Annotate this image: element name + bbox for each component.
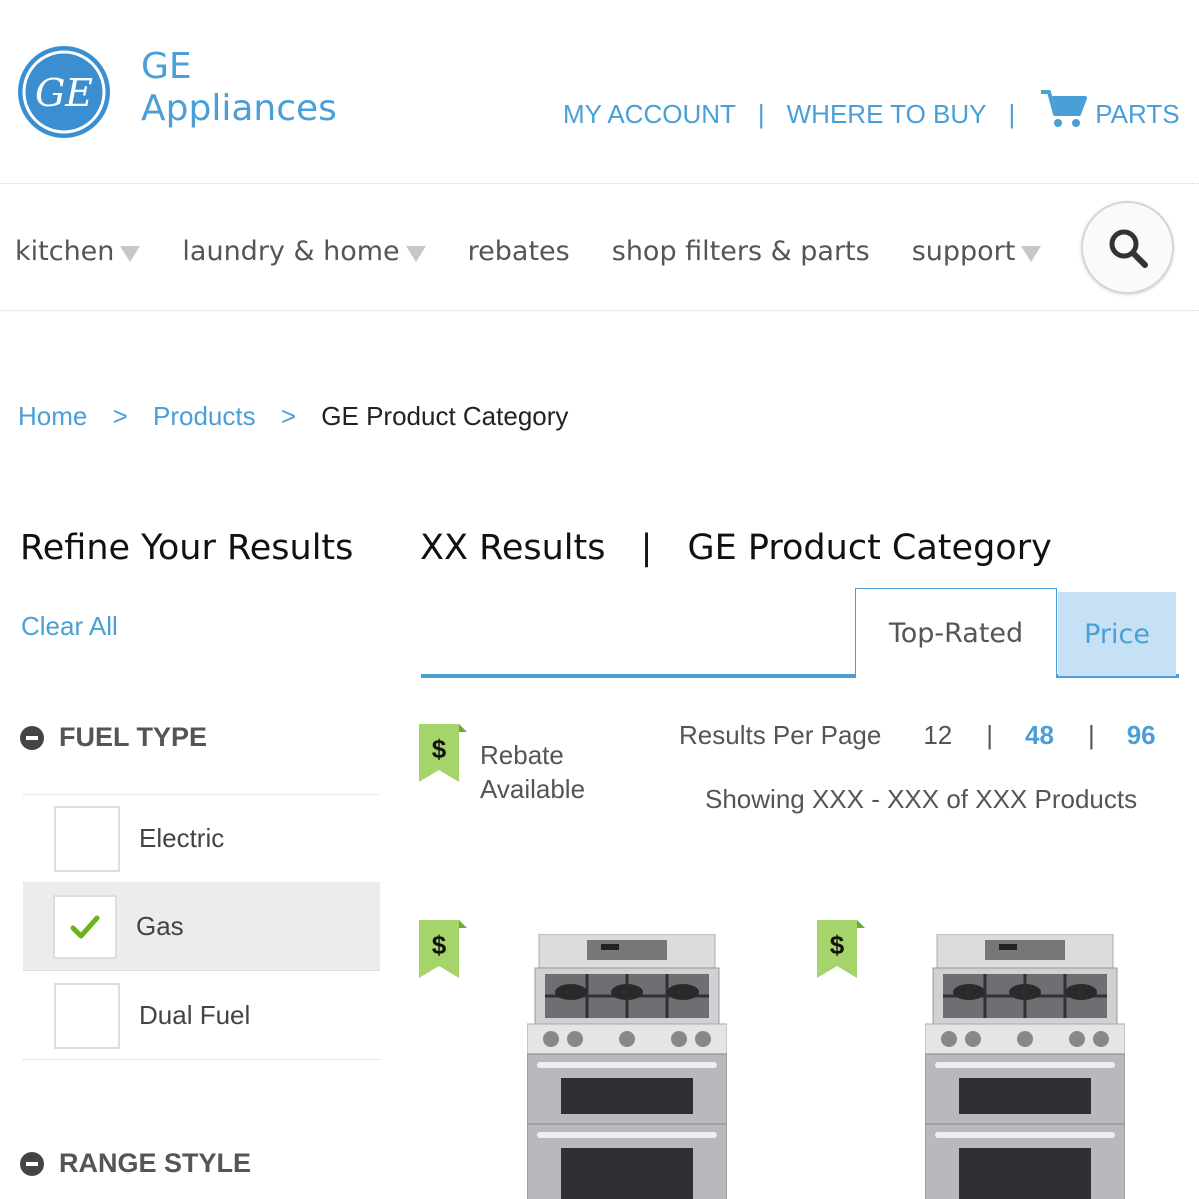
facet-option-label: Dual Fuel [139, 1000, 251, 1030]
results-category: GE Product Category [687, 528, 1052, 568]
nav-item-shop-filters-parts[interactable]: shop filters & parts [612, 236, 870, 267]
tab-price[interactable]: Price [1058, 592, 1176, 676]
rebate-tag-icon [817, 920, 865, 978]
main-nav: kitchen laundry & home rebates shop filt… [15, 236, 1083, 267]
showing-count: Showing XXX - XXX of XXX Products [705, 784, 1138, 814]
rebate-legend-line2: Available [480, 774, 586, 804]
facet-option-label: Gas [136, 911, 184, 941]
facet-option-gas[interactable]: Gas [23, 883, 380, 971]
brand-line-1: GE [141, 46, 192, 87]
collapse-icon [20, 1151, 44, 1176]
nav-item-rebates[interactable]: rebates [468, 236, 570, 267]
breadcrumb-separator: > [280, 401, 297, 431]
nav-item-label: support [911, 236, 1016, 267]
rebate-legend: Rebate Available [480, 738, 585, 806]
title-divider: | [640, 528, 653, 568]
nav-item-label: kitchen [15, 236, 115, 267]
rebate-tag-icon [419, 724, 467, 782]
results-per-page: Results Per Page 12 | 48 | 96 [679, 720, 1156, 751]
nav-item-kitchen[interactable]: kitchen [15, 236, 141, 267]
nav-item-label: laundry & home [182, 236, 400, 267]
search-icon [1109, 229, 1148, 268]
chevron-down-icon [1021, 245, 1042, 262]
nav-divider [0, 310, 1199, 311]
checkmark-icon [70, 915, 100, 938]
parts-label: PARTS [1095, 98, 1180, 129]
nav-item-label: rebates [467, 236, 570, 267]
ge-logo[interactable]: GE [18, 46, 110, 138]
header-divider [0, 183, 1199, 184]
chevron-down-icon [120, 245, 141, 262]
my-account-link[interactable]: MY ACCOUNT [563, 99, 736, 130]
per-page-option-96[interactable]: 96 [1127, 720, 1156, 751]
checkbox[interactable] [54, 805, 120, 872]
svg-text:GE: GE [35, 71, 93, 115]
breadcrumb: Home > Products > GE Product Category [18, 401, 568, 432]
ge-monogram-icon: GE [22, 50, 106, 134]
nav-item-laundry-home[interactable]: laundry & home [182, 236, 426, 267]
nav-item-support[interactable]: support [912, 236, 1042, 267]
per-page-label: Results Per Page [679, 720, 882, 750]
tab-top-rated[interactable]: Top-Rated [855, 588, 1057, 678]
collapse-icon [20, 725, 44, 750]
breadcrumb-home[interactable]: Home [18, 401, 87, 431]
separator: | [1008, 98, 1016, 129]
breadcrumb-current: GE Product Category [321, 401, 569, 431]
cart-icon [1041, 90, 1088, 127]
facet-title: FUEL TYPE [59, 722, 208, 752]
per-page-option-12: 12 [923, 720, 953, 750]
facet-header-range-style[interactable]: RANGE STYLE [20, 1148, 251, 1179]
checkbox[interactable] [53, 894, 117, 959]
product-image-gas-range[interactable] [527, 934, 727, 1199]
parts-link[interactable]: PARTS [1039, 90, 1180, 130]
facet-option-dual-fuel[interactable]: Dual Fuel [23, 972, 380, 1060]
chevron-down-icon [405, 245, 426, 262]
nav-item-label: shop filters & parts [611, 236, 870, 267]
facet-option-label: Electric [139, 823, 225, 853]
breadcrumb-products[interactable]: Products [153, 401, 256, 431]
brand-name[interactable]: GE Appliances [141, 46, 337, 130]
per-page-option-48[interactable]: 48 [1025, 720, 1054, 751]
utility-links: MY ACCOUNT | WHERE TO BUY | PARTS [563, 90, 1180, 130]
breadcrumb-separator: > [112, 401, 128, 431]
results-count: XX Results [420, 528, 606, 568]
separator: | [986, 720, 994, 750]
brand-line-2: Appliances [141, 88, 337, 129]
rebate-legend-line1: Rebate [480, 740, 564, 770]
clear-all-link[interactable]: Clear All [21, 611, 118, 642]
search-button[interactable] [1081, 201, 1174, 294]
product-image-gas-range[interactable] [925, 934, 1125, 1199]
results-heading: XX Results | GE Product Category [420, 528, 1052, 568]
facet-title: RANGE STYLE [59, 1148, 252, 1178]
refine-title: Refine Your Results [20, 528, 354, 568]
rebate-tag-icon [419, 920, 467, 978]
separator: | [1087, 720, 1095, 750]
where-to-buy-link[interactable]: WHERE TO BUY [787, 99, 987, 130]
checkbox[interactable] [54, 982, 120, 1049]
separator: | [757, 98, 765, 129]
facet-header-fuel-type[interactable]: FUEL TYPE [20, 722, 207, 753]
facet-option-electric[interactable]: Electric [23, 795, 380, 883]
